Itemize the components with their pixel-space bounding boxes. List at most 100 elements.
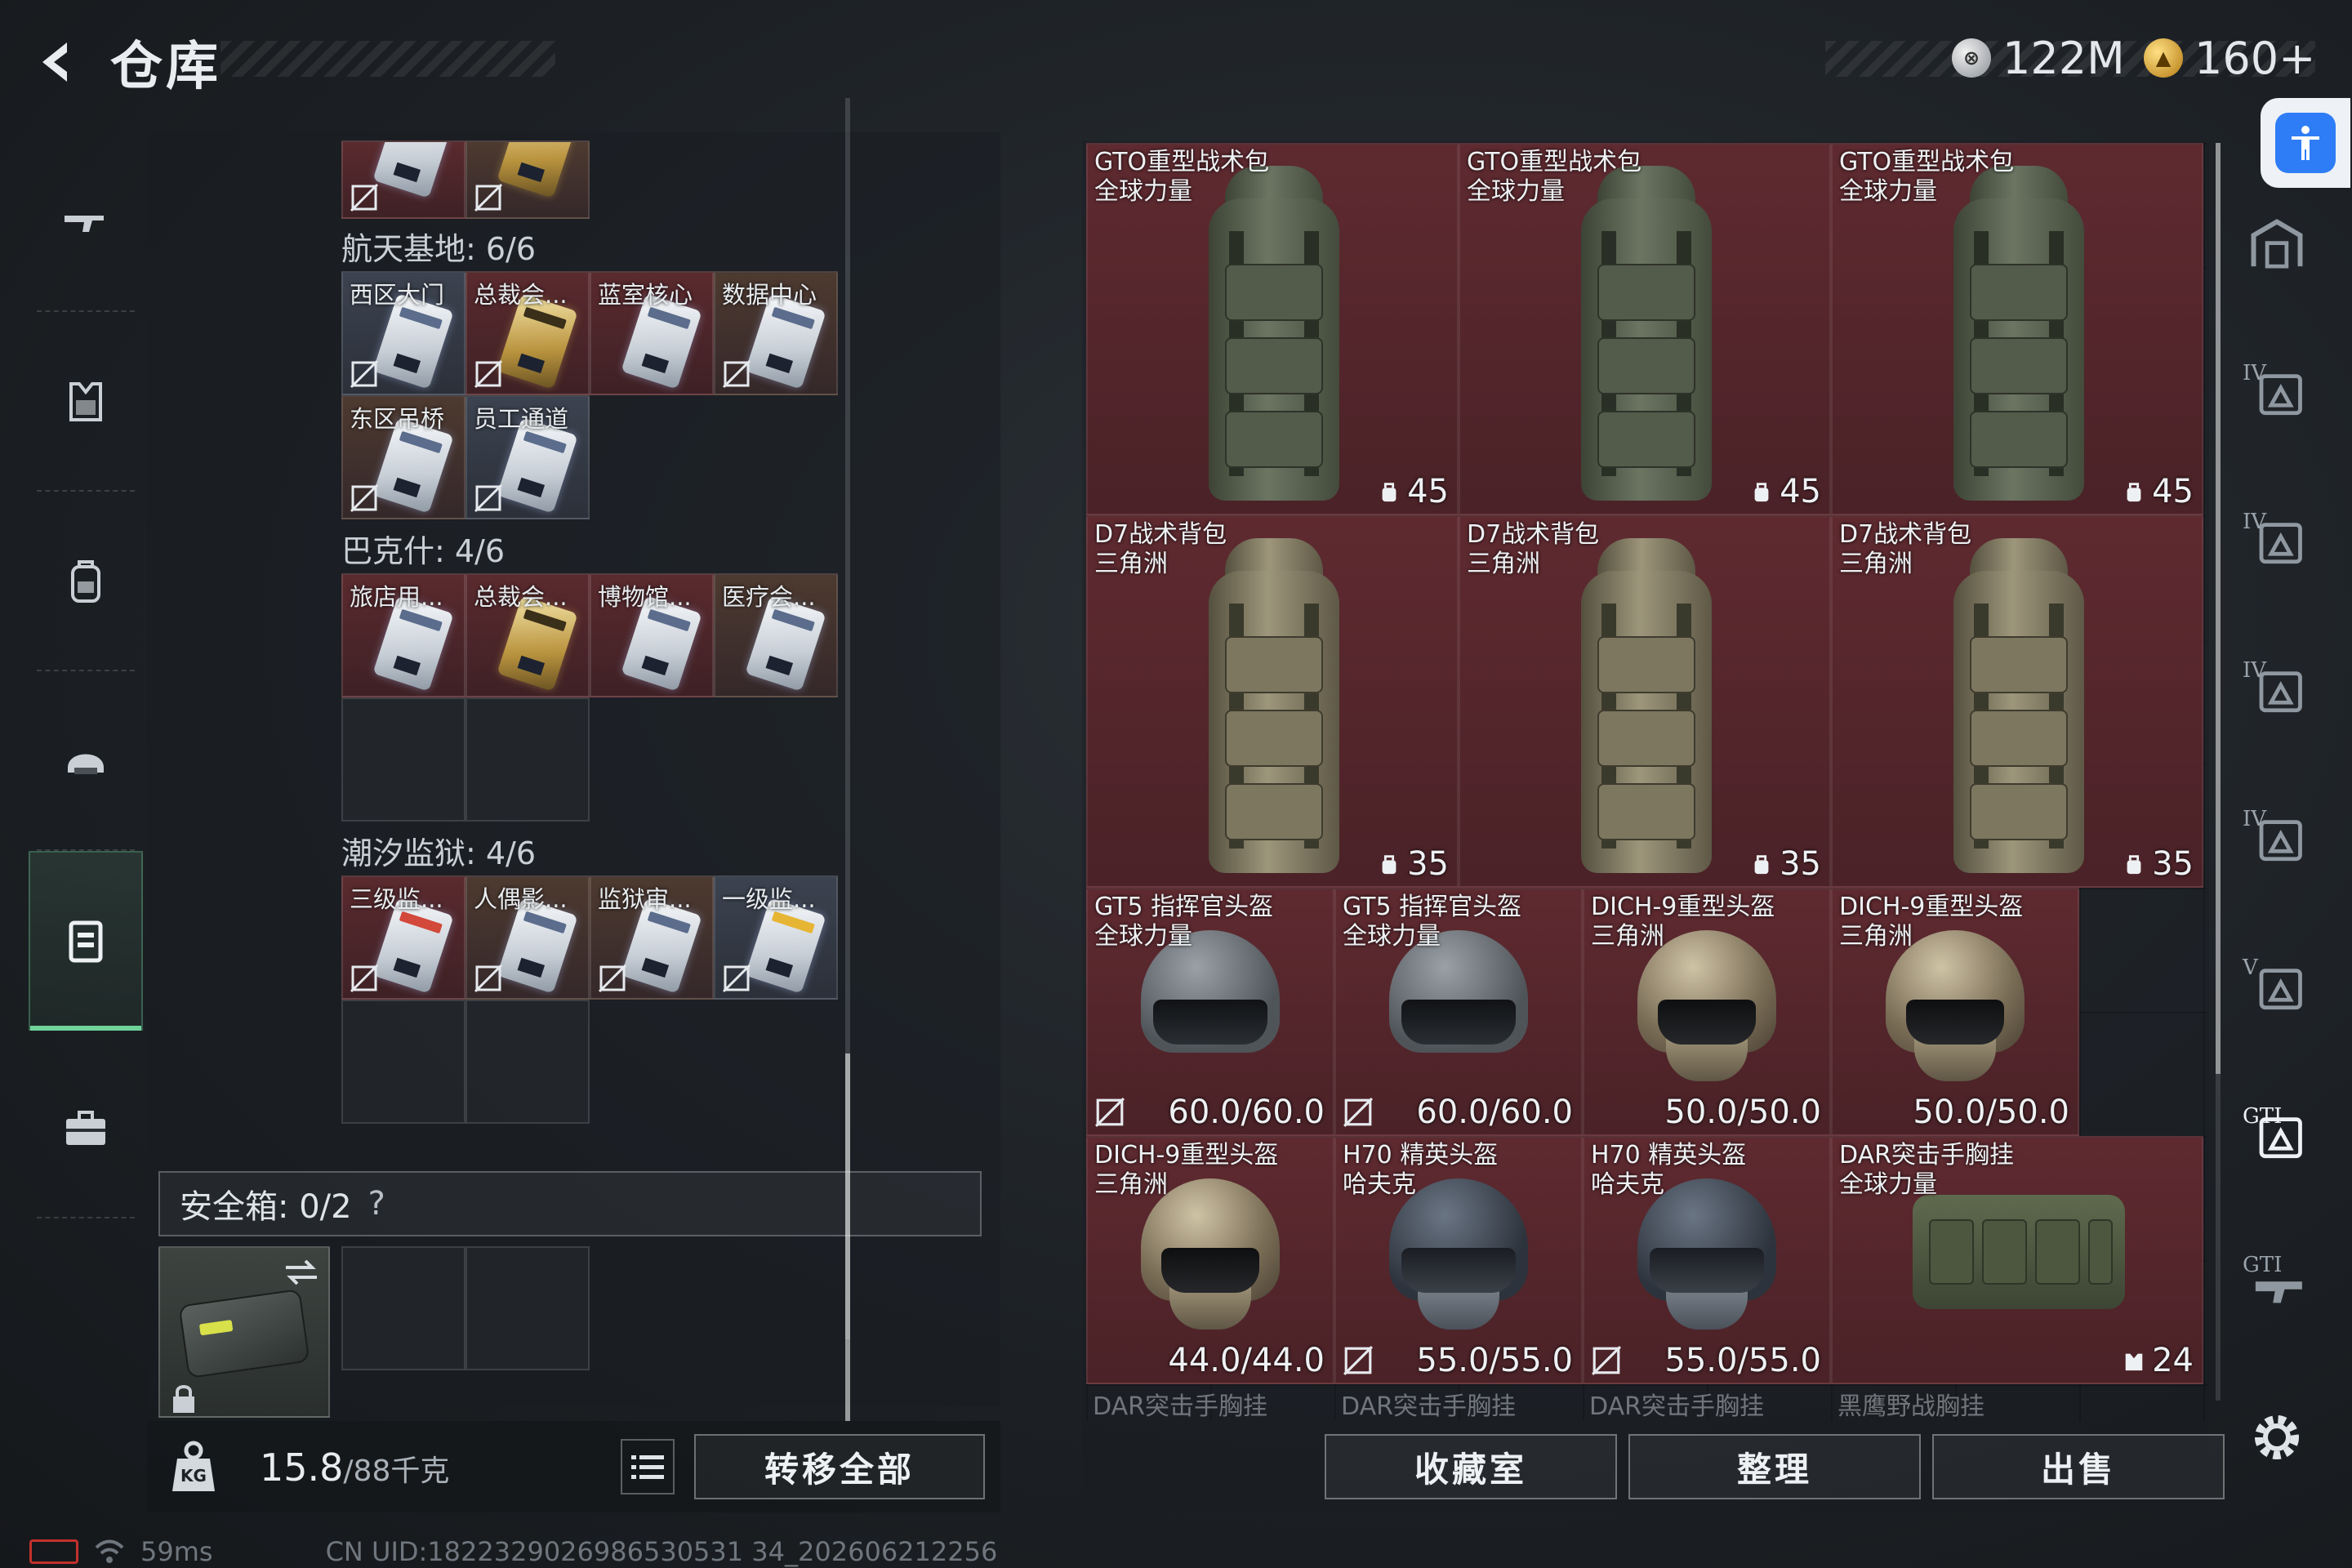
gold-currency[interactable]: ▲ 160+ bbox=[2144, 29, 2315, 87]
right-scrollbar-thumb[interactable] bbox=[2216, 143, 2221, 1074]
warehouse-grid[interactable]: GTO重型战术包 全球力量 45 GTO重型战术包 全球力量 45 GTO重型战术包 全球力量… bbox=[1086, 143, 2207, 1421]
silver-currency[interactable]: ⊗ 122M bbox=[1952, 29, 2125, 87]
keycard-slot[interactable] bbox=[466, 140, 590, 219]
weight-max: /88千克 bbox=[343, 1454, 450, 1488]
nav-item-weapons[interactable] bbox=[29, 132, 143, 312]
no-trade-icon bbox=[598, 964, 627, 993]
keycard-slot[interactable]: 人偶影... bbox=[466, 875, 590, 1000]
status-bar: 59ms CN UID:1822329026986530531 34_20260… bbox=[29, 1535, 997, 1568]
filter-rail-item[interactable]: GTI bbox=[2228, 1220, 2326, 1351]
keycard-slot[interactable]: 东区吊桥 bbox=[341, 395, 466, 519]
weight-current: 15.8 bbox=[260, 1446, 344, 1490]
item-stat: 50.0/50.0 bbox=[1913, 1094, 2069, 1131]
keycard-empty-slot[interactable] bbox=[466, 1000, 590, 1124]
keycard-slot[interactable]: 西区大门 bbox=[341, 271, 466, 395]
item-backpack[interactable]: GTO重型战术包 全球力量 45 bbox=[1831, 143, 2203, 515]
left-scrollbar-thumb[interactable] bbox=[845, 1054, 850, 1421]
safebox-empty-slot[interactable] bbox=[341, 1246, 466, 1370]
title-decoration bbox=[220, 41, 555, 77]
item-faction: 哈夫克 bbox=[1343, 1170, 1416, 1199]
no-trade-icon bbox=[722, 964, 751, 993]
keycard-slot[interactable]: 监狱审... bbox=[590, 875, 714, 1000]
nav-item-misc[interactable] bbox=[29, 1039, 143, 1218]
filter-rail-item[interactable]: GTI bbox=[2228, 1071, 2326, 1202]
item-stat: 24 bbox=[2123, 1342, 2194, 1379]
item-backpack[interactable]: D7战术背包 三角洲 35 bbox=[1831, 515, 2203, 888]
list-icon bbox=[631, 1455, 664, 1479]
collection-room-button[interactable]: 收藏室 bbox=[1325, 1434, 1617, 1499]
nav-item-armor[interactable] bbox=[29, 312, 143, 492]
item-backpack[interactable]: D7战术背包 三角洲 35 bbox=[1086, 515, 1459, 888]
backpack-image bbox=[1184, 538, 1364, 881]
item-stat: 44.0/44.0 bbox=[1168, 1342, 1325, 1379]
item-backpack[interactable]: GTO重型战术包 全球力量 45 bbox=[1086, 143, 1459, 515]
briefcase-icon bbox=[66, 1111, 105, 1145]
item-helmet[interactable]: H70 精英头盔 哈夫克 55.0/55.0 bbox=[1334, 1136, 1583, 1384]
item-helmet[interactable]: H70 精英头盔 哈夫克 55.0/55.0 bbox=[1583, 1136, 1831, 1384]
item-helmet[interactable]: DICH-9重型头盔 三角洲 50.0/50.0 bbox=[1583, 888, 1831, 1136]
item-stat-value: 35 bbox=[1780, 845, 1821, 883]
filter-rail-item[interactable]: IV bbox=[2228, 774, 2326, 905]
keycard-slot[interactable]: 总裁会... bbox=[466, 573, 590, 697]
keycard-slot[interactable]: 三级监... bbox=[341, 875, 466, 1000]
transfer-all-button[interactable]: 转移全部 bbox=[694, 1434, 985, 1499]
item-stat-value: 50.0/50.0 bbox=[1664, 1094, 1821, 1131]
nav-item-backpacks[interactable] bbox=[29, 492, 143, 671]
safebox-container[interactable] bbox=[158, 1246, 330, 1418]
item-backpack[interactable]: D7战术背包 三角洲 35 bbox=[1459, 515, 1831, 888]
item-name-line1: DAR突击手胸挂 bbox=[1839, 1141, 2014, 1169]
filter-rail-item[interactable]: IV bbox=[2228, 328, 2326, 459]
filter-tier-label: IV bbox=[2243, 361, 2267, 385]
item-helmet[interactable]: DICH-9重型头盔 三角洲 44.0/44.0 bbox=[1086, 1136, 1334, 1384]
filter-rail-item[interactable] bbox=[2228, 180, 2326, 310]
keycard-slot[interactable]: 数据中心 bbox=[714, 271, 838, 395]
helmet-icon bbox=[68, 754, 104, 774]
filter-tier-label: V bbox=[2243, 956, 2258, 980]
item-rig[interactable]: DAR突击手胸挂 全球力量 24 bbox=[1831, 1136, 2203, 1384]
keycard-label: 蓝室核心 bbox=[598, 281, 693, 309]
item-name-line1: D7战术背包 bbox=[1839, 520, 1972, 549]
no-trade-icon bbox=[350, 183, 379, 212]
item-helmet[interactable]: DICH-9重型头盔 三角洲 50.0/50.0 bbox=[1831, 888, 2079, 1136]
back-button[interactable] bbox=[24, 29, 90, 95]
keycard-slot[interactable]: 员工通道 bbox=[466, 395, 590, 519]
item-helmet[interactable]: GT5 指挥官头盔 全球力量 60.0/60.0 bbox=[1086, 888, 1334, 1136]
safebox-header[interactable]: 安全箱: 0/2 ? bbox=[158, 1171, 982, 1236]
keycard-slot[interactable]: 博物馆... bbox=[590, 573, 714, 697]
filter-rail-item[interactable]: IV bbox=[2228, 626, 2326, 756]
nav-item-helmets[interactable] bbox=[29, 671, 143, 851]
keycard-empty-slot[interactable] bbox=[341, 697, 466, 822]
sell-button[interactable]: 出售 bbox=[1932, 1434, 2225, 1499]
filter-rail-item[interactable]: V bbox=[2228, 923, 2326, 1054]
item-stat-value: 55.0/55.0 bbox=[1416, 1342, 1573, 1379]
keycard-slot[interactable]: 旅店用... bbox=[341, 573, 466, 697]
sort-button[interactable]: 整理 bbox=[1628, 1434, 1921, 1499]
keycard-slot[interactable]: 医疗会... bbox=[714, 573, 838, 697]
item-backpack[interactable]: GTO重型战术包 全球力量 45 bbox=[1459, 143, 1831, 515]
item-name-line1: GT5 指挥官头盔 bbox=[1343, 893, 1522, 921]
item-helmet[interactable]: GT5 指挥官头盔 全球力量 60.0/60.0 bbox=[1334, 888, 1583, 1136]
item-name: DICH-9重型头盔 三角洲 bbox=[1591, 893, 1775, 951]
body-armor-icon bbox=[69, 382, 102, 421]
item-name-line1: D7战术背包 bbox=[1467, 520, 1600, 549]
keycard-slot[interactable]: 一级监... bbox=[714, 875, 838, 1000]
settings-gear-icon[interactable] bbox=[2244, 1405, 2310, 1470]
filter-rail-item[interactable]: IV bbox=[2228, 477, 2326, 608]
keycard-slot[interactable]: 蓝室核心 bbox=[590, 271, 714, 395]
keycard-slot[interactable]: 总裁会... bbox=[466, 271, 590, 395]
safebox-label: 安全箱: 0/2 bbox=[180, 1188, 352, 1226]
accessibility-button[interactable] bbox=[2261, 98, 2350, 188]
safebox-empty-slot[interactable] bbox=[466, 1246, 590, 1370]
item-stat: 45 bbox=[2123, 473, 2194, 510]
keycard-slot[interactable] bbox=[341, 140, 466, 219]
list-view-button[interactable] bbox=[621, 1439, 675, 1494]
item-stat-value: 60.0/60.0 bbox=[1168, 1094, 1325, 1131]
nav-item-keycards[interactable] bbox=[29, 851, 143, 1031]
help-icon[interactable]: ? bbox=[368, 1185, 385, 1223]
filter-tier-label: IV bbox=[2243, 658, 2267, 683]
keycard-empty-slot[interactable] bbox=[466, 697, 590, 822]
capacity-icon bbox=[1754, 855, 1769, 875]
keycard-empty-slot[interactable] bbox=[341, 1000, 466, 1124]
silver-currency-value: 122M bbox=[2002, 32, 2125, 84]
keycard-label: 博物馆... bbox=[598, 583, 692, 611]
